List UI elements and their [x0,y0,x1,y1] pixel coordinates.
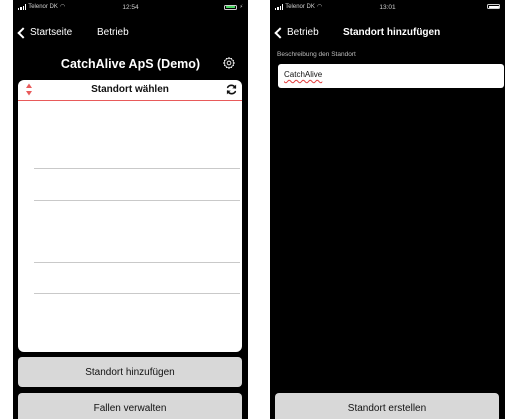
nav-title: Standort hinzufügen [343,27,441,38]
status-bar: Telenor DK ◠ 13:01 [270,0,505,14]
chevron-left-icon [17,26,29,39]
picker-label: Standort wählen [91,84,169,95]
manage-traps-button-label: Fallen verwalten [93,402,167,414]
description-label: Beschreibung den Standort [277,51,356,58]
location-picker[interactable]: Standort wählen [18,80,242,352]
chevron-left-icon [274,26,286,39]
refresh-icon[interactable] [225,83,238,96]
manage-traps-button[interactable]: Fallen verwalten [18,393,242,419]
picker-row-divider [34,168,240,169]
create-location-button[interactable]: Standort erstellen [275,393,499,419]
back-button-label: Startseite [30,27,73,38]
add-location-button[interactable]: Standort hinzufügen [18,357,242,387]
charging-icon: ⚡ [239,4,243,10]
picker-header: Standort wählen [18,80,242,101]
description-input[interactable]: CatchAlive [278,64,504,88]
battery-icon [487,4,500,9]
picker-row-divider [34,262,240,263]
back-button[interactable]: Betrieb [273,26,319,39]
back-button-label: Betrieb [287,27,319,38]
picker-row-divider [34,200,240,201]
description-value: CatchAlive [284,70,323,79]
company-title: CatchAlive ApS (Demo) [60,57,201,71]
battery-icon [224,4,238,10]
navigation-bar: Betrieb Standort hinzufügen [270,26,505,43]
picker-row-divider [34,293,240,294]
gear-icon[interactable] [222,56,236,70]
status-bar: Telenor DK ◠ 12:54 ⚡ [13,0,248,14]
back-button[interactable]: Startseite [16,26,73,39]
status-time: 13:01 [379,4,396,11]
add-location-button-label: Standort hinzufügen [85,366,175,378]
right-screen: Telenor DK ◠ 13:01 Betrieb Standort hinz… [270,0,505,419]
left-screen: Telenor DK ◠ 12:54 ⚡ Startseite Betrieb … [13,0,248,419]
navigation-bar: Startseite Betrieb [13,26,248,43]
status-time: 12:54 [122,4,139,11]
nav-title: Betrieb [97,27,129,38]
create-location-button-label: Standort erstellen [347,402,427,414]
